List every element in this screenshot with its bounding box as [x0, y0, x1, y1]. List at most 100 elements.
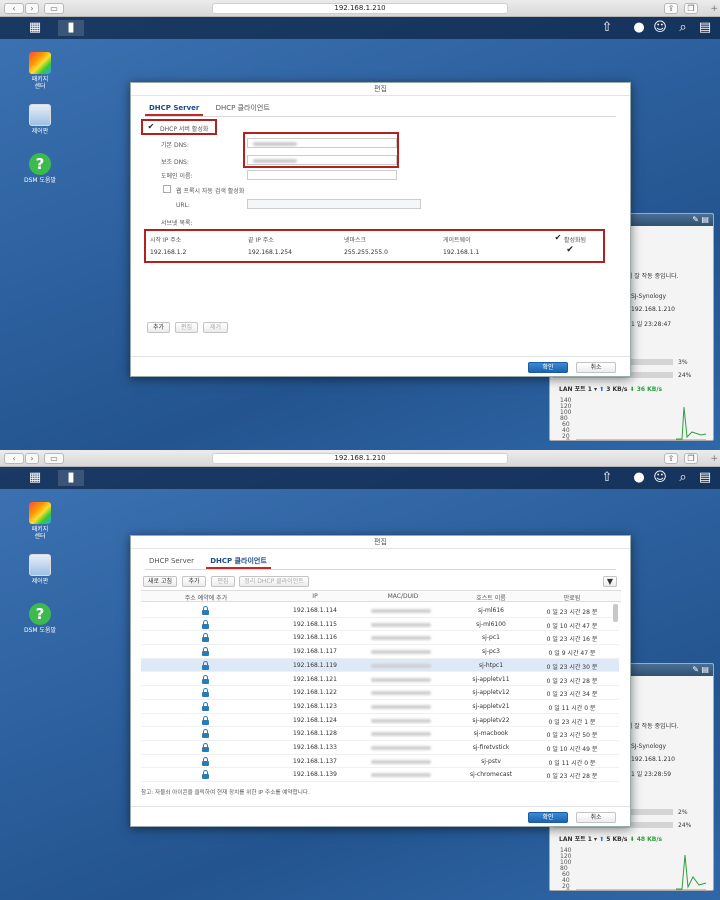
upload-icon[interactable]: ⇧	[600, 470, 614, 486]
url-input[interactable]	[247, 199, 421, 209]
widgets-icon[interactable]: ▤	[698, 470, 712, 486]
search-icon[interactable]: ⌕	[676, 470, 690, 486]
dsm-help-icon[interactable]: ? DSM 도움말	[20, 603, 60, 634]
table-row[interactable]: 192.168.1.133 sj-firetvstick 0 일 10 시간 49 …	[141, 741, 619, 755]
package-center-icon[interactable]: 패키지 센터	[20, 502, 60, 540]
lan-port-label[interactable]: LAN 포트 1 ▾ ⬆ 5 KB/s ⬇ 48 KB/s	[559, 834, 662, 843]
table-row[interactable]: 192.168.1.121 sj-appletv11 0 일 23 시간 28 분	[141, 673, 619, 687]
table-row[interactable]: 192.168.1.122 sj-appletv12 0 일 23 시간 34 분	[141, 686, 619, 700]
reserve-lock-icon[interactable]	[202, 633, 209, 643]
reserve-lock-icon[interactable]	[202, 619, 209, 629]
add-button[interactable]: 추가	[147, 322, 170, 333]
cancel-button[interactable]: 취소	[576, 362, 616, 373]
main-menu-icon[interactable]: ▦	[28, 470, 42, 486]
back-button[interactable]: ‹	[4, 3, 24, 14]
reserve-lock-icon[interactable]	[202, 674, 209, 684]
main-menu-icon[interactable]: ▦	[28, 20, 42, 36]
table-row[interactable]: 192.168.1.114 sj-ml616 0 일 23 시간 28 분	[141, 604, 619, 618]
edit-button[interactable]: 편집	[211, 576, 235, 587]
upload-icon[interactable]: ⇧	[600, 20, 614, 36]
reserve-lock-icon[interactable]	[202, 743, 209, 752]
tab-dhcp-clients[interactable]: DHCP 클라이언트	[212, 103, 274, 116]
table-row[interactable]: 192.168.1.128 sj-macbook 0 일 23 시간 50 분	[141, 727, 619, 741]
tab-dhcp-server[interactable]: DHCP Server	[145, 556, 198, 569]
reserve-lock-icon[interactable]	[202, 701, 209, 711]
col-expires[interactable]: 만료됨	[535, 593, 609, 602]
clear-dhcp-clients-button[interactable]: 정리 DHCP 클라이언트	[239, 576, 309, 587]
refresh-button[interactable]: 새로 고침	[143, 576, 177, 587]
server-ip: 192.168.1.210	[631, 306, 675, 313]
row-mac-blurred	[371, 636, 431, 641]
new-tab-icon[interactable]: +	[710, 4, 718, 14]
lan-port-label[interactable]: LAN 포트 1 ▾ ⬆ 3 KB/s ⬇ 36 KB/s	[559, 384, 662, 393]
tabs-icon[interactable]: ❐	[684, 453, 698, 464]
package-center-icon[interactable]: 패키지 센터	[20, 52, 60, 90]
share-icon[interactable]: ⇪	[664, 3, 678, 14]
user-icon[interactable]: ☺	[653, 20, 667, 36]
table-row[interactable]: 192.168.1.123 sj-appletv21 0 일 11 시간 0 분	[141, 700, 619, 714]
table-row[interactable]: 192.168.1.116 sj-pc1 0 일 23 시간 16 분	[141, 631, 619, 646]
widgets-icon[interactable]: ▤	[698, 20, 712, 36]
app-window-icon[interactable]: ▮	[58, 470, 84, 486]
dsm-help-icon[interactable]: ? DSM 도움말	[20, 153, 60, 184]
screenshot-bottom: ‹ › ▭ 192.168.1.210 ⇪ ❐ + ▦ ▮ ⇧ ● ☺ ⌕ ▤ …	[0, 450, 720, 900]
reserve-lock-icon[interactable]	[202, 715, 209, 725]
notifications-icon[interactable]: ●	[632, 20, 646, 36]
sidebar-icon[interactable]: ▭	[44, 3, 64, 14]
back-button[interactable]: ‹	[4, 453, 24, 464]
table-row[interactable]: 192.168.1.137 sj-pstv 0 일 11 시간 0 분	[141, 755, 619, 769]
col-mac[interactable]: MAC/DUID	[359, 593, 447, 600]
reserve-lock-icon[interactable]	[202, 770, 209, 780]
search-icon[interactable]: ⌕	[676, 20, 690, 36]
reserve-lock-icon[interactable]	[202, 688, 209, 698]
tab-dhcp-clients[interactable]: DHCP 클라이언트	[206, 556, 271, 569]
table-row[interactable]: 192.168.1.139 sj-chromecast 0 일 23 시간 28 분	[141, 768, 619, 783]
subnet-gateway: 192.168.1.1	[443, 249, 480, 256]
row-ip: 192.168.1.114	[293, 607, 337, 614]
reserve-lock-icon[interactable]	[202, 756, 209, 766]
user-icon[interactable]: ☺	[653, 470, 667, 486]
forward-button[interactable]: ›	[25, 3, 39, 14]
col-ip[interactable]: IP	[271, 593, 359, 600]
control-panel-icon[interactable]: 제어판	[20, 104, 60, 135]
filter-icon[interactable]: ▼	[603, 576, 617, 587]
web-proxy-checkbox[interactable]	[163, 185, 171, 193]
reserve-lock-icon[interactable]	[202, 729, 209, 739]
col-reserve[interactable]: 주소 예약에 추가	[141, 593, 271, 602]
subnet-start-ip: 192.168.1.2	[150, 249, 187, 256]
sidebar-icon[interactable]: ▭	[44, 453, 64, 464]
address-bar[interactable]: 192.168.1.210	[212, 453, 508, 464]
new-tab-icon[interactable]: +	[710, 454, 718, 464]
ok-button[interactable]: 확인	[528, 812, 568, 823]
dialog-footer: 확인 취소	[131, 356, 630, 376]
ok-button[interactable]: 확인	[528, 362, 568, 373]
enable-dhcp-checkbox[interactable]: ✔	[147, 123, 155, 131]
table-row[interactable]: 192.168.1.119 sj-htpc1 0 일 23 시간 30 분	[141, 658, 619, 673]
table-row[interactable]: 192.168.1.117 sj-pc3 0 일 9 시간 47 분	[141, 645, 619, 659]
control-panel-icon[interactable]: 제어판	[20, 554, 60, 585]
reserve-lock-icon[interactable]	[202, 606, 209, 615]
domain-name-input[interactable]	[247, 170, 397, 180]
address-bar[interactable]: 192.168.1.210	[212, 3, 508, 14]
reserve-lock-icon[interactable]	[202, 647, 209, 657]
cancel-button[interactable]: 취소	[576, 812, 616, 823]
forward-button[interactable]: ›	[25, 453, 39, 464]
tabs-icon[interactable]: ❐	[684, 3, 698, 14]
row-mac-blurred	[371, 663, 431, 668]
delete-button[interactable]: 제거	[203, 322, 228, 333]
table-scrollbar[interactable]	[613, 604, 618, 622]
tab-dhcp-server[interactable]: DHCP Server	[145, 103, 204, 116]
edit-button[interactable]: 편집	[175, 322, 198, 333]
reserve-lock-icon[interactable]	[202, 660, 209, 670]
notifications-icon[interactable]: ●	[632, 470, 646, 486]
share-icon[interactable]: ⇪	[664, 453, 678, 464]
table-row[interactable]: 192.168.1.115 sj-ml6100 0 일 10 시간 47 분	[141, 618, 619, 632]
col-hostname[interactable]: 호스트 이름	[447, 593, 535, 602]
row-mac-blurred	[371, 622, 431, 627]
uptime: 1 일 23:28:47	[631, 321, 672, 328]
table-row[interactable]: 192.168.1.124 sj-appletv22 0 일 23 시간 1 분	[141, 714, 619, 728]
health-status: n이 잘 작동 중입니다.	[623, 273, 679, 280]
add-button[interactable]: 추가	[182, 576, 206, 587]
app-window-icon[interactable]: ▮	[58, 20, 84, 36]
subnet-enabled-checkbox[interactable]: ✔	[566, 246, 574, 255]
